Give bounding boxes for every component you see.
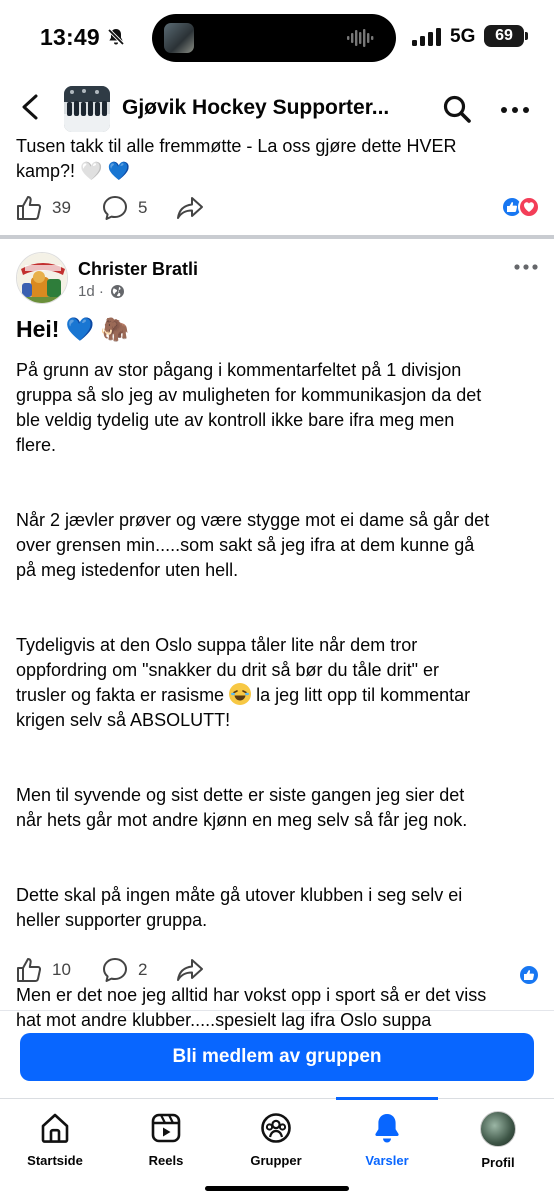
love-reaction-icon — [518, 196, 540, 218]
join-bar: Bli medlem av gruppen — [0, 1010, 554, 1100]
post-options-icon[interactable] — [514, 263, 538, 271]
profile-avatar — [480, 1111, 516, 1147]
tab-label: Startside — [27, 1153, 83, 1168]
post-paragraph: Men til syvende og sist dette er siste g… — [16, 785, 468, 830]
tab-label: Reels — [148, 1153, 184, 1168]
globe-icon — [110, 285, 124, 298]
home-indicator[interactable] — [205, 1186, 349, 1191]
comment-bubble-icon — [103, 196, 127, 220]
reaction-summary[interactable] — [501, 196, 540, 220]
author-name[interactable]: Christer Bratli — [78, 259, 198, 280]
back-chevron-icon[interactable] — [16, 92, 44, 122]
like-count: 39 — [52, 198, 71, 217]
search-icon[interactable] — [442, 94, 472, 124]
previous-post-line-2: kamp?! 🤍 💙 — [16, 161, 130, 181]
tab-label: Profil — [481, 1155, 515, 1170]
rofl-emoji-icon — [229, 683, 252, 705]
thumbs-up-icon — [17, 196, 42, 220]
now-playing-thumbnail — [164, 23, 194, 53]
join-group-button[interactable]: Bli medlem av gruppen — [20, 1033, 534, 1081]
post-time: 1d · — [78, 283, 104, 300]
more-dots-icon[interactable] — [500, 106, 530, 114]
network-type: 5G — [450, 26, 476, 47]
tab-label: Grupper — [250, 1153, 302, 1168]
tab-notifications[interactable]: Varsler — [337, 1111, 437, 1168]
reaction-summary[interactable] — [518, 964, 540, 988]
post-divider — [0, 235, 554, 239]
tab-label: Varsler — [365, 1153, 409, 1168]
share-arrow-icon — [177, 197, 203, 219]
status-time: 13:49 — [40, 24, 100, 50]
group-photo — [64, 86, 110, 132]
bottom-tab-bar: Startside Reels Grupper Varsler Profil — [0, 1097, 554, 1200]
post-paragraph: Tydeligvis at den Oslo suppa tåler lite … — [16, 633, 540, 733]
comment-count: 2 — [138, 960, 148, 979]
tab-reels[interactable]: Reels — [116, 1111, 216, 1168]
comment-button[interactable]: 5 — [102, 188, 147, 228]
reels-icon — [151, 1113, 181, 1143]
tab-profile[interactable]: Profil — [448, 1111, 548, 1170]
post-paragraph: Dette skal på ingen måte gå utover klubb… — [16, 885, 463, 930]
bell-icon — [375, 1114, 399, 1143]
comment-button[interactable]: 2 — [102, 950, 147, 990]
signal-bars-icon — [412, 28, 441, 46]
post-paragraph: Når 2 jævler prøver og være stygge mot e… — [16, 510, 490, 580]
groups-icon — [261, 1113, 291, 1143]
share-button[interactable] — [176, 950, 204, 990]
home-icon — [41, 1113, 69, 1143]
tab-home[interactable]: Startside — [5, 1111, 105, 1168]
comment-bubble-icon — [103, 958, 127, 982]
post-body: På grunn av stor pågang i kommentarfelte… — [16, 358, 540, 1033]
like-reaction-icon — [518, 964, 540, 986]
post-paragraph: På grunn av stor pågang i kommentarfelte… — [16, 360, 482, 455]
tab-groups[interactable]: Grupper — [226, 1111, 326, 1168]
battery-indicator: 69 — [484, 25, 528, 47]
author-avatar[interactable] — [16, 252, 68, 304]
audio-wave-icon — [347, 29, 374, 47]
post-heading: Hei! 💙 🦣 — [16, 316, 130, 342]
post-meta: 1d · — [78, 283, 125, 300]
previous-post-actions: 39 5 — [0, 188, 554, 228]
like-count: 10 — [52, 960, 71, 979]
bell-muted-icon — [107, 28, 125, 46]
author-photo — [17, 253, 67, 303]
share-arrow-icon — [177, 959, 203, 981]
active-tab-indicator — [336, 1097, 438, 1100]
dynamic-island[interactable] — [152, 14, 396, 62]
previous-post-text: Tusen takk til alle fremmøtte - La oss g… — [16, 136, 536, 184]
previous-post-line-1: Tusen takk til alle fremmøtte - La oss g… — [16, 136, 457, 156]
like-button[interactable]: 39 — [16, 188, 71, 228]
status-bar: 13:49 5G 69 — [0, 0, 554, 76]
share-button[interactable] — [176, 188, 204, 228]
group-avatar[interactable] — [64, 86, 110, 132]
group-title[interactable]: Gjøvik Hockey Supporter... — [122, 96, 412, 120]
comment-count: 5 — [138, 198, 148, 217]
group-header: Gjøvik Hockey Supporter... — [0, 78, 554, 136]
thumbs-up-icon — [17, 958, 42, 982]
like-button[interactable]: 10 — [16, 950, 71, 990]
post-actions: 10 2 — [0, 950, 554, 990]
